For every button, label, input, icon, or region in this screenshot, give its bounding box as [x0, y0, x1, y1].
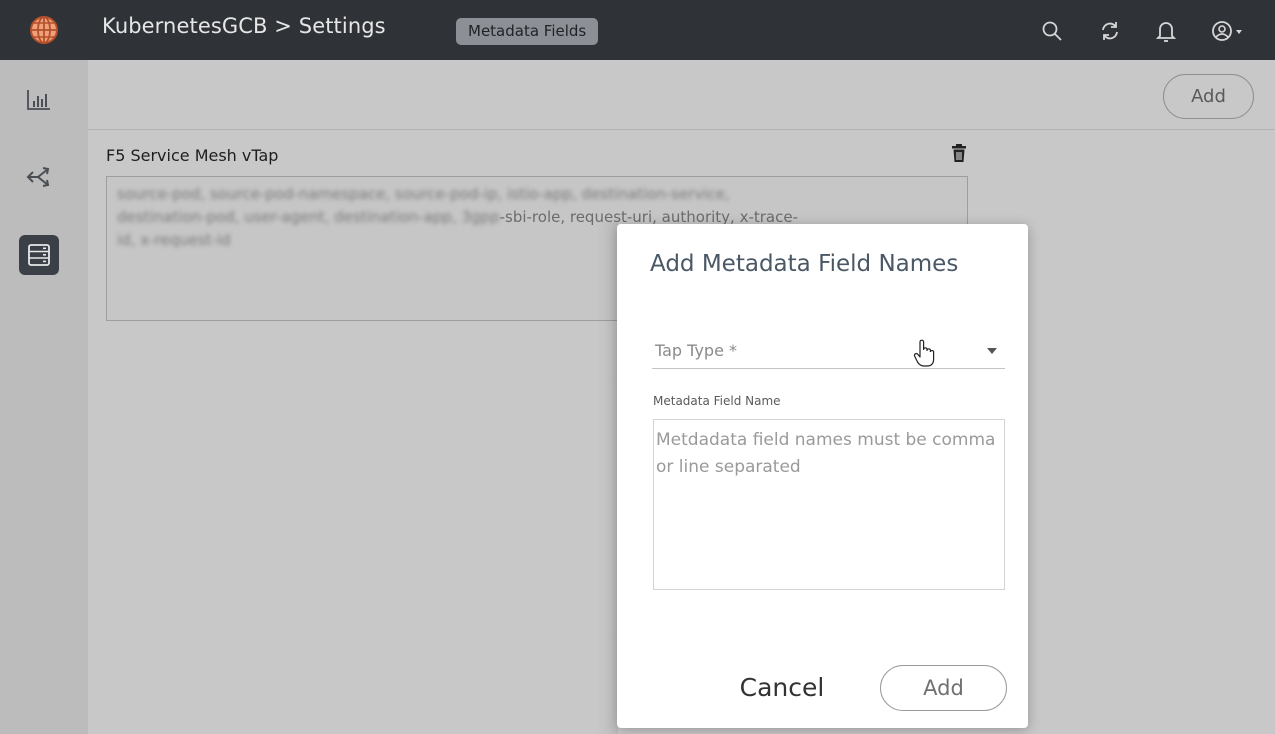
- breadcrumb[interactable]: KubernetesGCB > Settings: [102, 14, 386, 38]
- modal-title: Add Metadata Field Names: [650, 251, 959, 277]
- user-menu-icon[interactable]: [1210, 18, 1246, 44]
- search-icon[interactable]: [1039, 18, 1065, 44]
- tap-type-label: Tap Type *: [655, 341, 738, 360]
- sidebar: [0, 60, 88, 734]
- add-button[interactable]: Add: [1163, 74, 1254, 119]
- bell-icon[interactable]: [1153, 18, 1179, 44]
- modal-shadow: [596, 222, 618, 734]
- cancel-button[interactable]: Cancel: [727, 665, 837, 709]
- hand-cursor-icon: [913, 338, 935, 368]
- refresh-icon[interactable]: [1097, 18, 1123, 44]
- traffic-flow-icon[interactable]: [19, 157, 59, 197]
- card-title: F5 Service Mesh vTap: [106, 146, 279, 165]
- add-metadata-modal: Add Metadata Field Names Tap Type * Meta…: [617, 224, 1028, 728]
- card-content-line-1: source-pod, source-pod-namespace, source…: [117, 185, 730, 203]
- metadata-field-names-input[interactable]: Metdadata field names must be comma or l…: [653, 419, 1005, 590]
- tap-type-select[interactable]: Tap Type *: [652, 332, 1005, 369]
- bar-chart-icon[interactable]: [19, 80, 59, 120]
- modal-add-button[interactable]: Add: [880, 665, 1007, 711]
- server-list-icon[interactable]: [19, 235, 59, 275]
- section-pill: Metadata Fields: [456, 18, 599, 45]
- card-content-line-2-blurred: destination-pod, user-agent, destination…: [117, 208, 500, 226]
- metadata-field-name-label: Metadata Field Name: [653, 394, 781, 408]
- page-toolbar: [88, 60, 1275, 130]
- trash-icon[interactable]: [950, 143, 968, 163]
- chevron-down-icon[interactable]: [987, 348, 997, 354]
- top-bar: KubernetesGCB > Settings Metadata Fields: [0, 0, 1275, 60]
- globe-icon[interactable]: [0, 0, 88, 60]
